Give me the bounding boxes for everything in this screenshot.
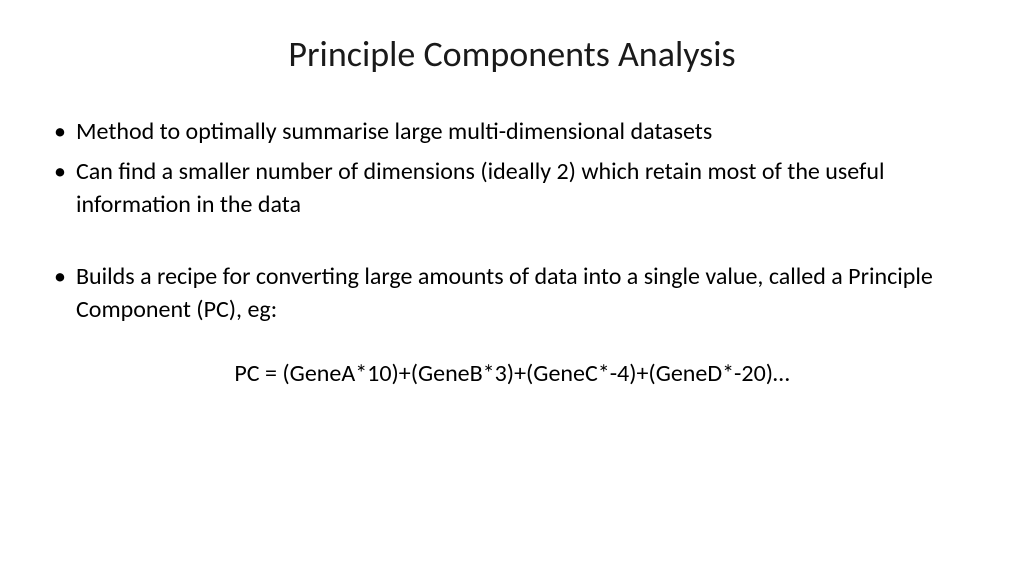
list-item: Builds a recipe for converting large amo… (48, 261, 976, 326)
list-item: Method to optimally summarise large mult… (48, 116, 976, 148)
bullet-list: Builds a recipe for converting large amo… (48, 261, 976, 326)
formula-text: PC = (GeneA*10)+(GeneB*3)+(GeneC*-4)+(Ge… (48, 358, 976, 390)
slide-content: Method to optimally summarise large mult… (48, 116, 976, 390)
bullet-list: Method to optimally summarise large mult… (48, 116, 976, 221)
slide-title: Principle Components Analysis (48, 32, 976, 76)
list-item: Can find a smaller number of dimensions … (48, 156, 976, 221)
